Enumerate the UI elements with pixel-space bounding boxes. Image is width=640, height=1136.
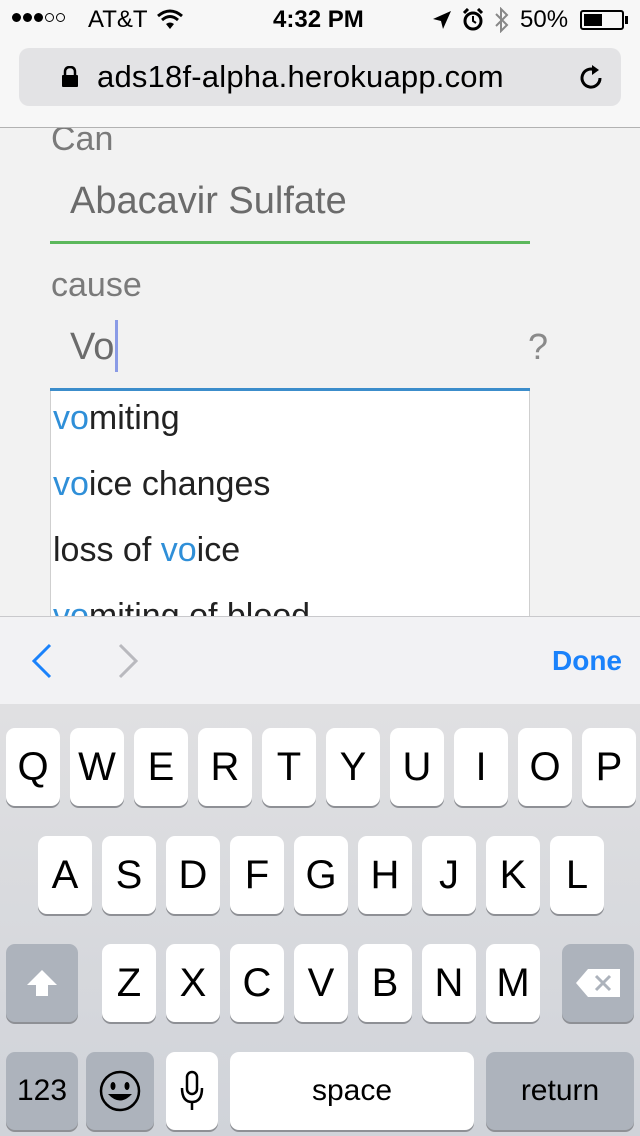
- key-b[interactable]: B: [358, 944, 412, 1022]
- key-i[interactable]: I: [454, 728, 508, 806]
- browser-toolbar: ads18f-alpha.herokuapp.com: [0, 40, 640, 128]
- space-key[interactable]: space: [230, 1052, 474, 1130]
- cause-label: cause: [51, 266, 142, 304]
- next-field-chevron-icon[interactable]: [116, 643, 140, 679]
- key-v[interactable]: V: [294, 944, 348, 1022]
- key-o[interactable]: O: [518, 728, 572, 806]
- emoji-smiley-icon: [99, 1070, 141, 1112]
- key-d[interactable]: D: [166, 836, 220, 914]
- backspace-icon: [576, 969, 620, 997]
- suggestion-match-text: vo: [53, 465, 89, 503]
- battery-percentage: 50%: [520, 6, 569, 33]
- lock-icon: [62, 66, 78, 87]
- delete-key[interactable]: [562, 944, 634, 1022]
- key-h[interactable]: H: [358, 836, 412, 914]
- suggestion-after-text: miting: [88, 399, 180, 437]
- text-cursor: [115, 320, 118, 372]
- key-e[interactable]: E: [134, 728, 188, 806]
- alarm-icon: [462, 8, 484, 31]
- key-l[interactable]: L: [550, 836, 604, 914]
- on-screen-keyboard: QWERTYUIOP ASDFGHJKL ZXCVBNM 123 space r…: [0, 704, 640, 1136]
- key-a[interactable]: A: [38, 836, 92, 914]
- shift-key[interactable]: [6, 944, 78, 1022]
- battery-icon: [580, 10, 628, 30]
- key-c[interactable]: C: [230, 944, 284, 1022]
- url-text: ads18f-alpha.herokuapp.com: [97, 59, 504, 94]
- done-button[interactable]: Done: [552, 645, 622, 677]
- suggestion-after-text: ice: [196, 531, 241, 569]
- key-r[interactable]: R: [198, 728, 252, 806]
- clock: 4:32 PM: [273, 6, 364, 33]
- keyboard-accessory-bar: Done: [0, 616, 640, 704]
- key-y[interactable]: Y: [326, 728, 380, 806]
- key-u[interactable]: U: [390, 728, 444, 806]
- suggestion-item[interactable]: loss of voice: [53, 531, 240, 570]
- key-s[interactable]: S: [102, 836, 156, 914]
- suggestion-match-text: vo: [53, 399, 89, 437]
- suggestion-before-text: loss of: [53, 531, 161, 569]
- key-k[interactable]: K: [486, 836, 540, 914]
- drug-input-underline: [50, 241, 530, 244]
- microphone-icon: [180, 1070, 204, 1110]
- key-m[interactable]: M: [486, 944, 540, 1022]
- key-w[interactable]: W: [70, 728, 124, 806]
- dictation-key[interactable]: [166, 1052, 218, 1130]
- suggestion-item[interactable]: vomiting: [53, 399, 180, 438]
- wifi-icon: [157, 9, 183, 29]
- drug-label: Can: [51, 128, 114, 158]
- key-x[interactable]: X: [166, 944, 220, 1022]
- carrier-name: AT&T: [88, 6, 148, 33]
- return-key[interactable]: return: [486, 1052, 634, 1130]
- suggestion-after-text: ice changes: [88, 465, 271, 503]
- suggestion-item[interactable]: vomiting of blood: [53, 597, 310, 616]
- bluetooth-icon: [495, 7, 509, 33]
- location-arrow-icon: [433, 11, 451, 29]
- numbers-key[interactable]: 123: [6, 1052, 78, 1130]
- key-j[interactable]: J: [422, 836, 476, 914]
- cause-input[interactable]: Vo: [70, 326, 114, 369]
- suggestion-item[interactable]: voice changes: [53, 465, 270, 504]
- address-bar[interactable]: ads18f-alpha.herokuapp.com: [19, 48, 621, 106]
- key-f[interactable]: F: [230, 836, 284, 914]
- key-p[interactable]: P: [582, 728, 636, 806]
- reload-icon[interactable]: [577, 64, 605, 92]
- key-n[interactable]: N: [422, 944, 476, 1022]
- signal-strength-icon: [12, 13, 65, 22]
- emoji-key[interactable]: [86, 1052, 154, 1130]
- key-q[interactable]: Q: [6, 728, 60, 806]
- key-t[interactable]: T: [262, 728, 316, 806]
- suggestion-match-text: vo: [160, 531, 197, 569]
- suggestion-match-text: vo: [53, 597, 89, 616]
- help-question-mark[interactable]: ?: [528, 326, 548, 368]
- key-g[interactable]: G: [294, 836, 348, 914]
- status-bar: AT&T 4:32 PM 50%: [0, 0, 640, 40]
- key-z[interactable]: Z: [102, 944, 156, 1022]
- suggestion-after-text: miting of blood: [88, 597, 311, 616]
- drug-input[interactable]: Abacavir Sulfate: [70, 180, 347, 223]
- shift-arrow-icon: [27, 970, 57, 996]
- autocomplete-dropdown: vomiting voice changes loss of voice vomiti…: [50, 391, 530, 616]
- previous-field-chevron-icon[interactable]: [30, 643, 54, 679]
- web-page: Can Abacavir Sulfate cause Vo ? vomiting…: [0, 128, 640, 616]
